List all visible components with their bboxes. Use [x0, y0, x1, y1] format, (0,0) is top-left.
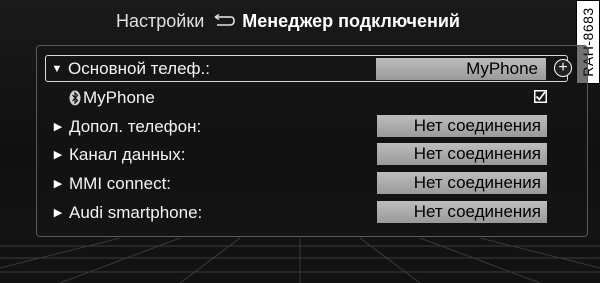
checkbox-checked-icon[interactable]	[534, 90, 547, 103]
connection-list: ▼ Основной телеф.: MyPhone + MyPhone ▶ Д…	[36, 45, 588, 237]
triangle-right-icon: ▶	[53, 121, 63, 133]
audi-smartphone-value[interactable]: Нет соединения	[377, 201, 547, 223]
list-item-audi-smartphone[interactable]: ▶ Audi smartphone: Нет соединения	[47, 199, 562, 226]
back-arrow-icon[interactable]	[211, 14, 236, 28]
list-item-device[interactable]: MyPhone	[47, 84, 562, 111]
triangle-right-icon: ▶	[53, 178, 63, 190]
decorative-floor-grid	[0, 238, 600, 283]
triangle-down-icon: ▼	[51, 62, 63, 75]
mmi-screen: Настройки Менеджер подключений RAH-8683 …	[0, 0, 600, 283]
header: Настройки Менеджер подключений	[0, 6, 576, 36]
list-item-additional-phone[interactable]: ▶ Допол. телефон: Нет соединения	[47, 113, 562, 140]
plus-icon[interactable]: +	[554, 59, 572, 77]
bluetooth-icon	[69, 90, 81, 105]
device-label: MyPhone	[83, 87, 155, 107]
data-channel-value[interactable]: Нет соединения	[377, 143, 547, 165]
mmi-connect-value[interactable]: Нет соединения	[377, 172, 547, 194]
breadcrumb-settings[interactable]: Настройки	[116, 11, 204, 32]
triangle-right-icon: ▶	[53, 207, 63, 219]
page-title: Менеджер подключений	[242, 10, 460, 31]
main-phone-value[interactable]: MyPhone	[376, 58, 546, 80]
list-item-data-channel[interactable]: ▶ Канал данных: Нет соединения	[47, 141, 562, 168]
list-item-mmi-connect[interactable]: ▶ MMI connect: Нет соединения	[47, 170, 562, 197]
list-item-main-phone[interactable]: ▼ Основной телеф.: MyPhone +	[45, 55, 572, 82]
triangle-right-icon: ▶	[53, 149, 63, 161]
additional-phone-value[interactable]: Нет соединения	[377, 115, 547, 137]
